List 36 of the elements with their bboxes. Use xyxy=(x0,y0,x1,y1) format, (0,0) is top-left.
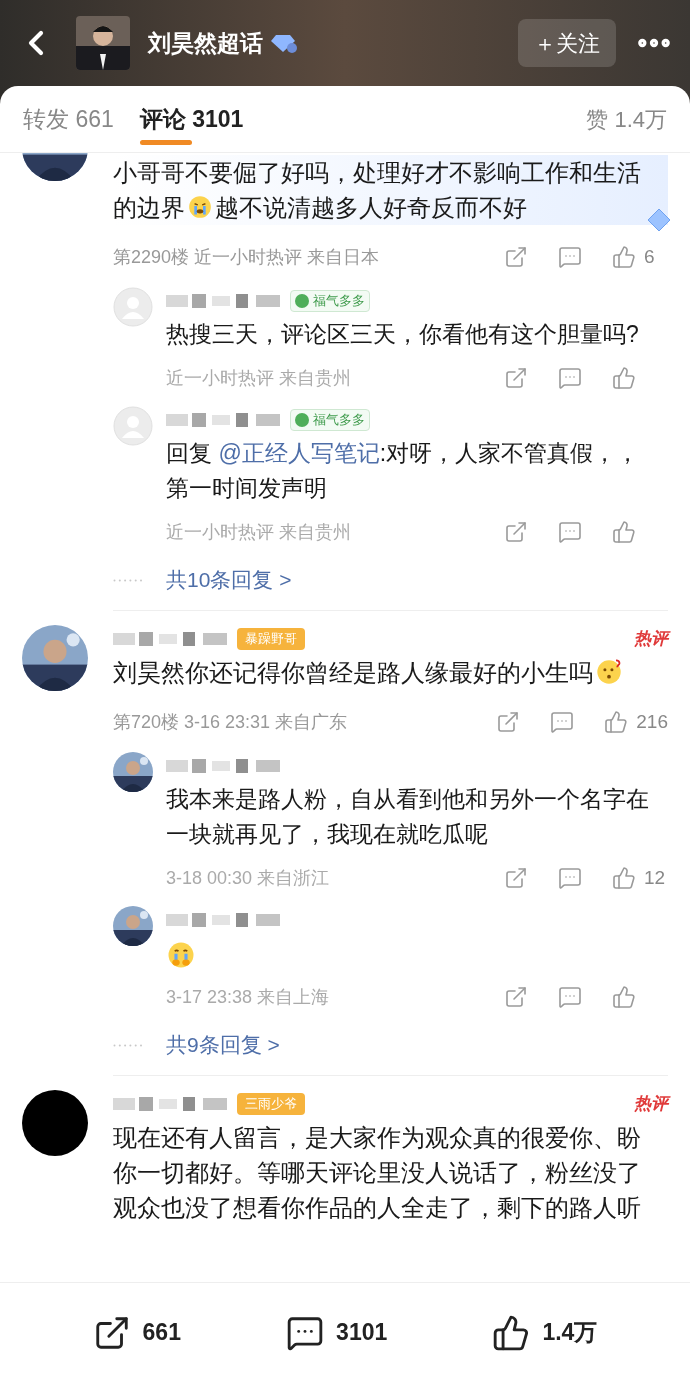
like-count: 6 xyxy=(644,244,655,269)
comment-text: 小哥哥不要倔了好吗，处理好才不影响工作和生活的边界 越不说清越多人好奇反而不好 xyxy=(113,155,668,225)
comment-text: 我本来是路人粉，自从看到他和另外一个名字在一块就再见了，我现在就吃瓜呢 xyxy=(166,785,650,849)
action-count: 1.4万 xyxy=(542,1318,598,1348)
follow-button[interactable]: ＋关注 xyxy=(518,19,616,67)
dotted-leader xyxy=(113,578,143,582)
puzzled-emoji-icon xyxy=(595,658,623,686)
user-badge: 福气多多 xyxy=(290,409,370,431)
like-count: 216 xyxy=(636,709,668,734)
action-count: 661 xyxy=(142,1318,181,1348)
comment-text: 回复 @正经人写笔记:对呀，人家不管真假，，第一时间发声明 xyxy=(166,439,641,503)
like-count: 12 xyxy=(644,865,666,890)
more-replies-link[interactable]: 共9条回复 > xyxy=(166,1029,280,1061)
comment-text: 热搜三天，评论区三天，你看他有这个胆量吗? xyxy=(166,320,640,349)
crying-emoji-icon xyxy=(187,194,213,220)
diamond-icon xyxy=(271,33,297,53)
comment-text: 刘昊然你还记得你曾经是路人缘最好的小生吗 xyxy=(113,655,668,690)
dotted-leader xyxy=(113,1043,143,1047)
more-replies-link[interactable]: 共10条回复 > xyxy=(166,564,292,596)
reply-meta: 近一小时热评 来自贵州 xyxy=(166,366,352,390)
reply-meta: 3-17 23:38 来自上海 xyxy=(166,985,331,1009)
mention-link[interactable]: @正经人写笔记 xyxy=(218,440,380,466)
comment-meta: 第720楼 3-16 23:31 来自广东 xyxy=(113,710,349,734)
user-badge: 暴躁野哥 xyxy=(237,628,305,650)
like-icon[interactable] xyxy=(492,1313,531,1352)
reply-meta: 近一小时热评 来自贵州 xyxy=(166,520,352,544)
user-badge: 福气多多 xyxy=(290,290,370,312)
comment-text: 现在还有人留言，是大家作为观众真的很爱你、盼你一切都好。等哪天评论里没人说话了，粉丝没了观众也没了想看你作品的人全走了，剩下的路人听 xyxy=(113,1123,642,1223)
reply-meta: 3-18 00:30 来自浙江 xyxy=(166,866,331,890)
comment-meta: 第2290楼 近一小时热评 来自日本 xyxy=(113,245,381,269)
tab[interactable]: 转发 661 xyxy=(23,86,114,152)
likes-tab[interactable]: 赞 1.4万 xyxy=(586,102,667,136)
user-badge: 三雨少爷 xyxy=(237,1093,305,1115)
page-title: 刘昊然超话 xyxy=(148,28,263,58)
tab[interactable]: 评论 3101 xyxy=(139,86,244,152)
action-count: 3101 xyxy=(336,1318,388,1348)
